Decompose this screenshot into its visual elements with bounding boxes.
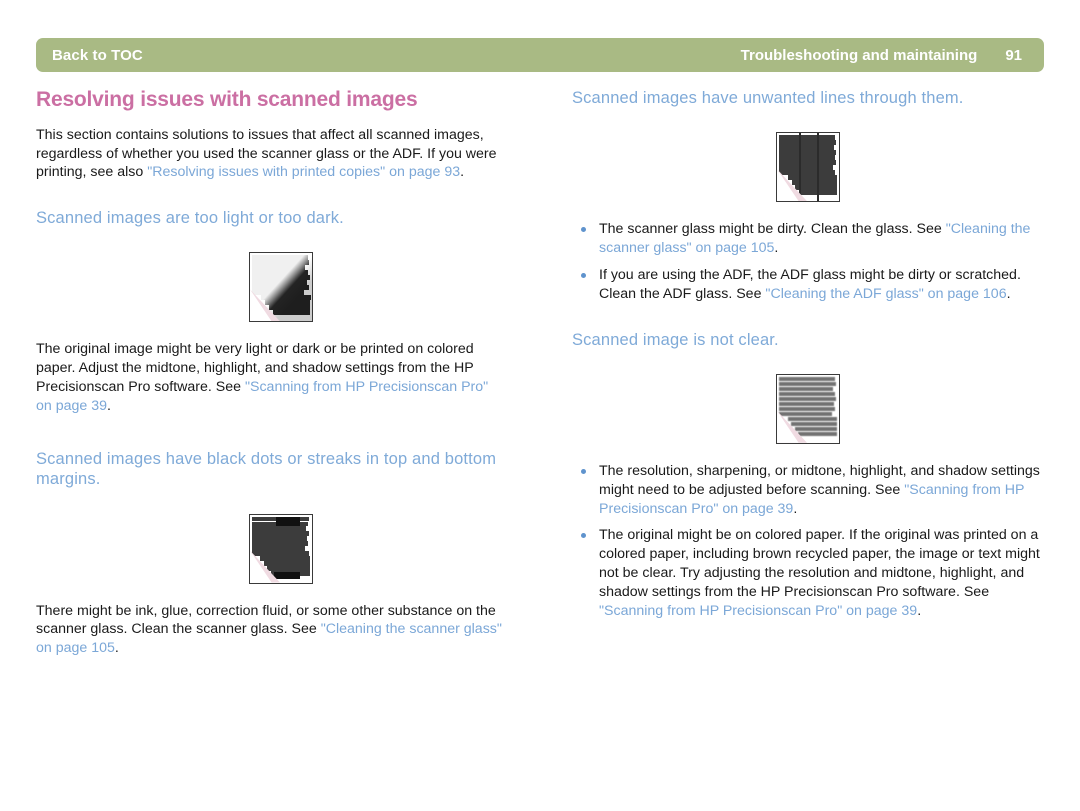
left-column: Resolving issues with scanned images Thi… <box>36 88 526 658</box>
list-item: The original might be on colored paper. … <box>572 526 1044 620</box>
intro-cross-reference-link[interactable]: "Resolving issues with printed copies" o… <box>147 164 460 180</box>
header-right-group: Troubleshooting and maintaining 91 <box>741 47 1022 64</box>
scan-sample-vertical-lines <box>776 132 840 203</box>
scan-sample-streaks <box>249 513 313 584</box>
page-title: Resolving issues with scanned images <box>36 88 418 111</box>
figure-container-streaks <box>36 513 526 584</box>
bullet-list-unwanted-lines: The scanner glass might be dirty. Clean … <box>572 220 1044 304</box>
subheading-unwanted-lines: Scanned images have unwanted lines throu… <box>572 89 964 107</box>
scan-sample-light-dark <box>249 252 313 323</box>
scan-unwanted-line-1 <box>799 133 801 202</box>
bullet-cross-reference-link[interactable]: "Cleaning the ADF glass" on page 106 <box>765 286 1006 302</box>
scan-unwanted-line-2 <box>817 133 819 202</box>
bullet-list-not-clear: The resolution, sharpening, or midtone, … <box>572 462 1044 621</box>
figure-container-blurry <box>572 373 1044 444</box>
subheading-not-clear: Scanned image is not clear. <box>572 330 779 349</box>
intro-paragraph: This section contains solutions to issue… <box>36 126 526 182</box>
intro-text-part-2: . <box>460 164 465 181</box>
scan-black-streak-bottom <box>274 571 300 579</box>
scan-black-streak-top <box>276 516 300 526</box>
list-item: The resolution, sharpening, or midtone, … <box>572 462 1044 519</box>
right-column: Scanned images have unwanted lines throu… <box>572 88 1044 621</box>
list-item: The scanner glass might be dirty. Clean … <box>572 220 1044 258</box>
document-page: Back to TOC Troubleshooting and maintain… <box>0 0 1080 811</box>
subheading-black-dots-streaks: Scanned images have black dots or streak… <box>36 450 497 489</box>
bullet-cross-reference-link[interactable]: "Scanning from HP Precisionscan Pro" on … <box>599 603 917 619</box>
figure-container-vertical-lines <box>572 132 1044 203</box>
back-to-toc-link[interactable]: Back to TOC <box>52 47 143 64</box>
figure-container-light-dark <box>36 252 526 323</box>
header-page-number: 91 <box>1005 46 1022 64</box>
bullet-text-part-1: The original might be on colored paper. … <box>599 527 1040 600</box>
bullet-text-part-2: . <box>793 500 798 517</box>
subheading-light-or-dark: Scanned images are too light or too dark… <box>36 209 344 228</box>
bullet-text-part-2: . <box>917 602 922 619</box>
header-section-title: Troubleshooting and maintaining <box>740 46 978 64</box>
page-header-bar: Back to TOC Troubleshooting and maintain… <box>36 38 1044 72</box>
paragraph-light-or-dark: The original image might be very light o… <box>36 340 502 415</box>
paragraph-black-dots-streaks: There might be ink, glue, correction flu… <box>36 602 502 658</box>
scan-sample-blurry <box>776 373 840 444</box>
bullet-text-part-2: . <box>1006 285 1011 302</box>
paragraph-text-part-2: . <box>114 639 119 656</box>
paragraph-text-part-2: . <box>107 397 111 414</box>
bullet-text-part-1: The scanner glass might be dirty. Clean … <box>599 221 946 238</box>
list-item: If you are using the ADF, the ADF glass … <box>572 266 1044 304</box>
bullet-text-part-2: . <box>774 240 779 256</box>
